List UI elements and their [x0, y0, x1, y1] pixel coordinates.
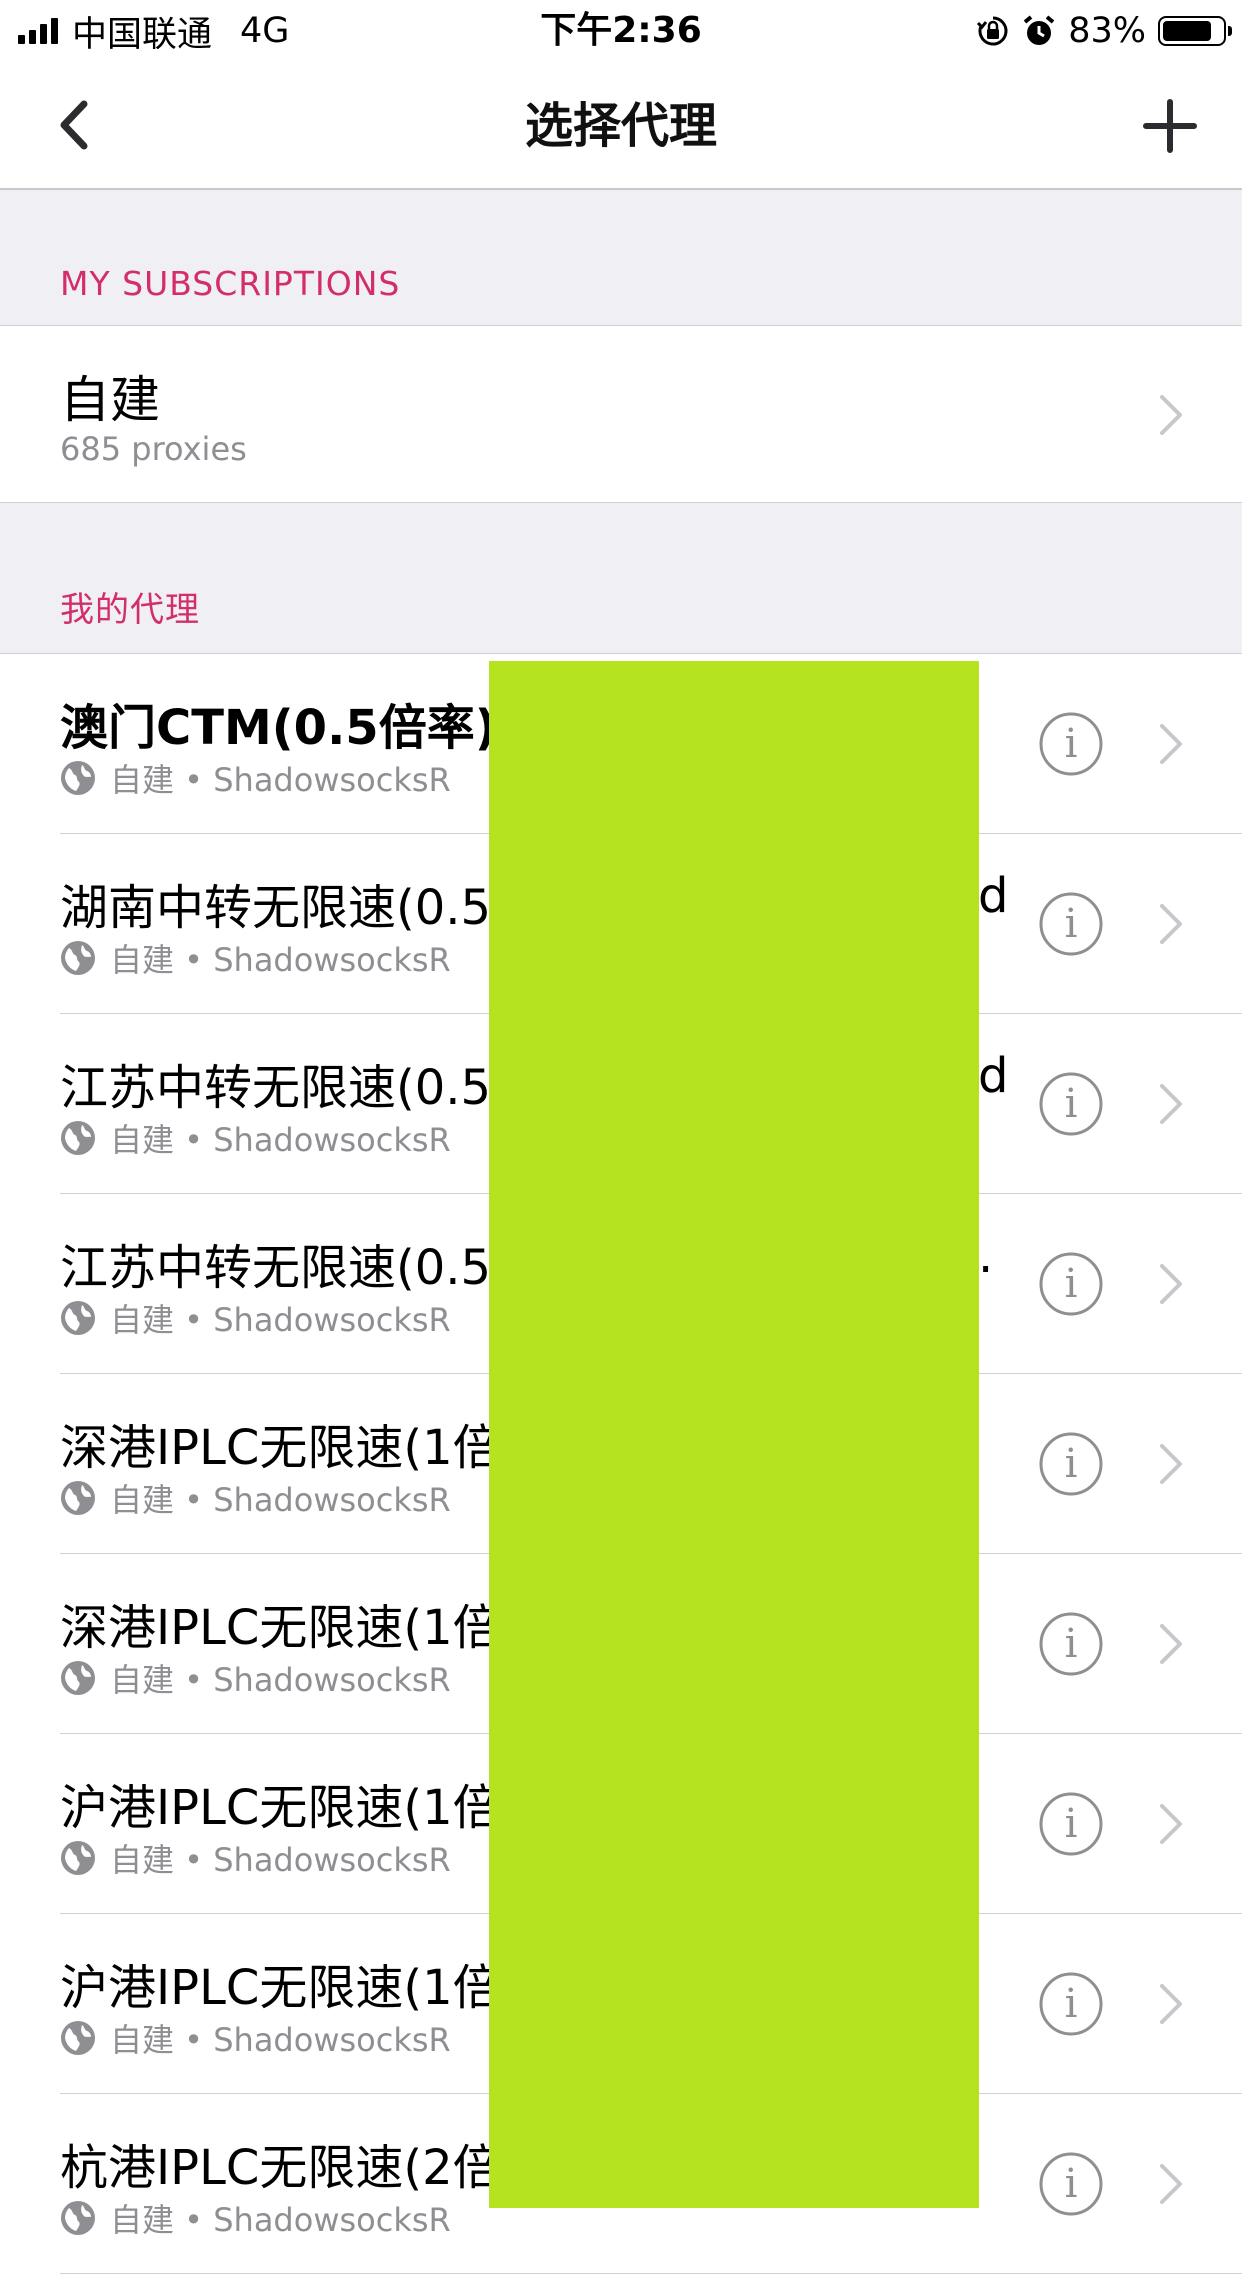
redaction-block [489, 661, 979, 2208]
globe-icon [61, 1841, 95, 1875]
proxy-meta: 自建 • ShadowsocksR [60, 938, 451, 979]
proxy-meta: 自建 • ShadowsocksR [60, 1838, 451, 1879]
proxy-meta-text: 自建 • ShadowsocksR [110, 2021, 451, 2059]
chevron-right-icon[interactable] [1156, 1802, 1186, 1846]
proxy-name: 杭港IPLC无限速(2倍 [60, 2140, 501, 2196]
proxy-name: 沪港IPLC无限速(1倍 [60, 1960, 501, 2016]
info-icon[interactable]: i [1038, 711, 1104, 777]
info-icon[interactable]: i [1038, 891, 1104, 957]
proxy-meta: 自建 • ShadowsocksR [60, 2018, 451, 2059]
chevron-right-icon[interactable] [1156, 1982, 1186, 2026]
proxy-name: 江苏中转无限速(0.5 [60, 1060, 492, 1116]
proxy-meta-text: 自建 • ShadowsocksR [110, 1301, 451, 1339]
proxy-name-suffix: d [978, 868, 1009, 924]
svg-text:i: i [1065, 1441, 1078, 1487]
info-icon[interactable]: i [1038, 1611, 1104, 1677]
globe-icon [61, 941, 95, 975]
proxy-meta: 自建 • ShadowsocksR [60, 758, 451, 799]
info-icon[interactable]: i [1038, 1791, 1104, 1857]
proxy-name-suffix: . [978, 1228, 994, 1284]
battery-level [1163, 21, 1212, 41]
svg-text:i: i [1065, 901, 1078, 947]
chevron-right-icon[interactable] [1156, 1442, 1186, 1486]
globe-icon [61, 761, 95, 795]
proxy-meta: 自建 • ShadowsocksR [60, 2198, 451, 2239]
proxy-meta-text: 自建 • ShadowsocksR [110, 761, 451, 799]
proxy-name: 深港IPLC无限速(1倍 [60, 1420, 501, 1476]
chevron-right-icon[interactable] [1156, 1262, 1186, 1306]
battery-icon [1158, 16, 1232, 46]
plus-icon[interactable] [1142, 98, 1198, 154]
my-proxies-header-label: 我的代理 [60, 590, 200, 630]
subscription-row[interactable]: 自建 685 proxies [0, 325, 1242, 503]
globe-icon [61, 1661, 95, 1695]
subscription-proxy-count: 685 proxies [60, 430, 247, 468]
proxy-name: 沪港IPLC无限速(1倍 [60, 1780, 501, 1836]
orientation-lock-icon [977, 16, 1008, 46]
info-icon[interactable]: i [1038, 1071, 1104, 1137]
globe-icon [61, 2201, 95, 2235]
info-icon[interactable]: i [1038, 1251, 1104, 1317]
chevron-right-icon[interactable] [1156, 2162, 1186, 2206]
status-bar: 中国联通 4G 下午2:36 83% [0, 0, 1242, 62]
proxy-name-suffix: d [978, 1048, 1009, 1104]
proxy-meta: 自建 • ShadowsocksR [60, 1298, 451, 1339]
proxy-meta: 自建 • ShadowsocksR [60, 1118, 451, 1159]
chevron-right-icon[interactable] [1156, 902, 1186, 946]
chevron-right-icon[interactable] [1156, 722, 1186, 766]
info-icon[interactable]: i [1038, 2151, 1104, 2217]
globe-icon [61, 1121, 95, 1155]
globe-icon [61, 2021, 95, 2055]
subscriptions-header-label: MY SUBSCRIPTIONS [60, 264, 401, 303]
proxy-name: 深港IPLC无限速(1倍 [60, 1600, 501, 1656]
my-proxies-section-header: 我的代理 [0, 503, 1242, 653]
info-icon[interactable]: i [1038, 1431, 1104, 1497]
proxy-meta-text: 自建 • ShadowsocksR [110, 2201, 451, 2239]
proxy-meta-text: 自建 • ShadowsocksR [110, 1661, 451, 1699]
proxy-meta: 自建 • ShadowsocksR [60, 1478, 451, 1519]
chevron-right-icon [1160, 395, 1182, 435]
subscriptions-section-header: MY SUBSCRIPTIONS [0, 190, 1242, 325]
navigation-bar: 选择代理 [0, 62, 1242, 190]
battery-percent: 83% [1068, 11, 1146, 51]
status-bar-right: 83% [976, 8, 1232, 54]
globe-icon [61, 1301, 95, 1335]
proxy-name: 澳门CTM(0.5倍率) [60, 700, 497, 756]
proxy-meta-text: 自建 • ShadowsocksR [110, 1481, 451, 1519]
proxy-meta-text: 自建 • ShadowsocksR [110, 1841, 451, 1879]
chevron-right-icon[interactable] [1156, 1082, 1186, 1126]
chevron-right-icon[interactable] [1156, 1622, 1186, 1666]
svg-text:i: i [1065, 1981, 1078, 2027]
subscription-name: 自建 [60, 371, 160, 429]
page-title: 选择代理 [524, 98, 717, 154]
globe-icon [61, 1481, 95, 1515]
svg-text:i: i [1065, 1801, 1078, 1847]
svg-text:i: i [1065, 2161, 1078, 2207]
proxy-name: 湖南中转无限速(0.5 [60, 880, 492, 936]
proxy-name: 江苏中转无限速(0.5 [60, 1240, 492, 1296]
proxy-meta: 自建 • ShadowsocksR [60, 1658, 451, 1699]
info-icon[interactable]: i [1038, 1971, 1104, 2037]
svg-text:i: i [1065, 721, 1078, 767]
svg-text:i: i [1065, 1621, 1078, 1667]
proxy-meta-text: 自建 • ShadowsocksR [110, 1121, 451, 1159]
proxy-meta-text: 自建 • ShadowsocksR [110, 941, 451, 979]
alarm-icon [1023, 15, 1055, 45]
svg-text:i: i [1065, 1081, 1078, 1127]
svg-text:i: i [1065, 1261, 1078, 1307]
